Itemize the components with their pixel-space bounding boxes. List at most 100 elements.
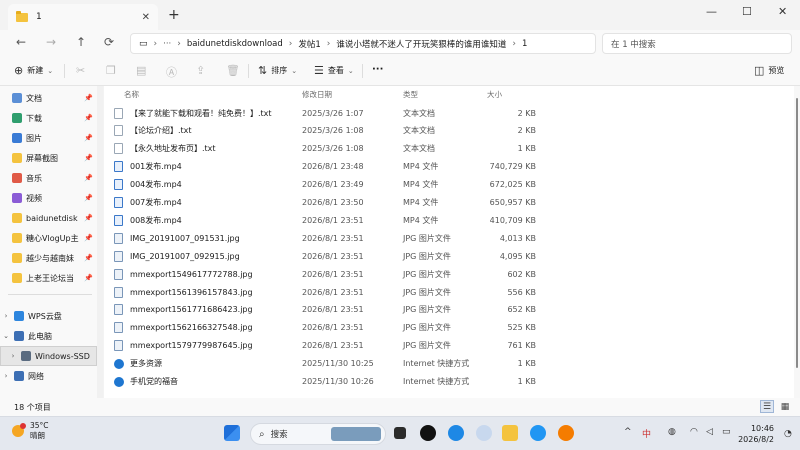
tray-app-icon[interactable]: ◍ bbox=[668, 427, 676, 437]
tiles-view-icon[interactable]: ▦ bbox=[778, 400, 792, 413]
file-row[interactable]: mmexport1579779987645.jpg 2026/8/1 23:51 J… bbox=[114, 337, 544, 355]
file-row[interactable]: 【论坛介绍】.txt 2025/3/26 1:08 文本文档 2 KB bbox=[114, 122, 544, 140]
app-icon[interactable] bbox=[476, 425, 492, 441]
new-button[interactable]: ⊕ 新建 ⌄ bbox=[14, 64, 53, 77]
paste-button[interactable]: ▤ bbox=[136, 64, 150, 77]
sidebar-item[interactable]: 上老王论坛当 📌 bbox=[0, 268, 97, 288]
tab-current[interactable]: 1 ✕ bbox=[8, 4, 158, 30]
browser-icon[interactable] bbox=[448, 425, 464, 441]
maximize-button[interactable]: ☐ bbox=[742, 5, 752, 18]
weather-widget[interactable]: 35°C 晴朗 bbox=[12, 421, 49, 441]
copy-button[interactable]: ❐ bbox=[106, 64, 120, 77]
cloud-app-icon[interactable] bbox=[530, 425, 546, 441]
file-row[interactable]: 手机党的福音 2025/11/30 10:26 Internet 快捷方式 1 KB bbox=[114, 373, 544, 391]
file-row[interactable]: mmexport1561771686423.jpg 2026/8/1 23:51 J… bbox=[114, 301, 544, 319]
share-button[interactable]: ⇪ bbox=[196, 64, 209, 77]
minimize-button[interactable]: — bbox=[706, 5, 717, 18]
sidebar-item[interactable]: 音乐 📌 bbox=[0, 168, 97, 188]
column-header-size[interactable]: 大小 bbox=[487, 89, 502, 100]
taskbar-search[interactable]: ⌕ 搜索 bbox=[250, 423, 386, 445]
chevron-down-icon: ⌄ bbox=[291, 66, 298, 75]
up-button[interactable]: ↑ bbox=[76, 35, 86, 49]
clock[interactable]: 10:46 2026/8/2 bbox=[738, 423, 774, 445]
navigation-scrollbar[interactable] bbox=[97, 86, 103, 398]
tree-item[interactable]: › Windows-SSD bbox=[0, 346, 97, 366]
battery-icon[interactable]: ▭ bbox=[722, 427, 731, 437]
file-row[interactable]: 001发布.mp4 2026/8/1 23:48 MP4 文件 740,729 KB bbox=[114, 158, 544, 176]
tree-item[interactable]: › WPS云盘 bbox=[0, 306, 97, 326]
chevron-icon[interactable]: › bbox=[0, 372, 12, 380]
file-row[interactable]: IMG_20191007_091531.jpg 2026/8/1 23:51 JPG… bbox=[114, 229, 544, 247]
column-header-type[interactable]: 类型 bbox=[403, 89, 418, 100]
tree-item-label: Windows-SSD bbox=[35, 351, 90, 361]
sidebar-item[interactable]: 下载 📌 bbox=[0, 108, 97, 128]
sidebar-item[interactable]: baidunetdisk 📌 bbox=[0, 208, 97, 228]
details-view-icon[interactable]: ☰ bbox=[760, 400, 774, 413]
file-list-scrollbar[interactable] bbox=[794, 86, 800, 398]
file-row[interactable]: mmexport1562166327548.jpg 2026/8/1 23:51 J… bbox=[114, 319, 544, 337]
preview-button[interactable]: ◫ 预览 bbox=[754, 64, 784, 77]
qq-icon[interactable] bbox=[420, 425, 436, 441]
chevron-right-icon: › bbox=[512, 38, 517, 49]
sidebar-item[interactable]: 屏幕截图 📌 bbox=[0, 148, 97, 168]
forward-button[interactable]: → bbox=[46, 35, 56, 49]
file-name: 【来了就能下载和观看！纯免费！】.txt bbox=[130, 108, 272, 118]
file-icon bbox=[114, 340, 123, 352]
file-type: Internet 快捷方式 bbox=[403, 377, 470, 386]
task-view-icon[interactable] bbox=[394, 427, 406, 439]
sidebar-item[interactable]: 文档 📌 bbox=[0, 88, 97, 108]
column-header-name[interactable]: 名称 bbox=[124, 89, 139, 100]
tree-item[interactable]: ⌄ 此电脑 bbox=[0, 326, 97, 346]
scrollbar-thumb[interactable] bbox=[796, 98, 798, 368]
file-row[interactable]: 004发布.mp4 2026/8/1 23:49 MP4 文件 672,025 KB bbox=[114, 176, 544, 194]
sidebar-item[interactable]: 越少与越南妹 📌 bbox=[0, 248, 97, 268]
back-button[interactable]: ← bbox=[16, 35, 26, 49]
sort-button[interactable]: ⇅ 排序 ⌄ bbox=[258, 64, 297, 77]
chevron-icon[interactable]: ⌄ bbox=[0, 332, 12, 340]
file-row[interactable]: 【永久地址发布页】.txt 2025/3/26 1:08 文本文档 1 KB bbox=[114, 140, 544, 158]
column-header-date[interactable]: 修改日期 bbox=[302, 89, 332, 100]
close-window-button[interactable]: ✕ bbox=[778, 5, 787, 18]
start-icon[interactable] bbox=[224, 425, 240, 441]
chevron-up-icon[interactable]: ^ bbox=[624, 427, 632, 437]
delete-button[interactable]: 🗑 bbox=[226, 64, 244, 77]
file-row[interactable]: mmexport1549617772788.jpg 2026/8/1 23:51 J… bbox=[114, 265, 544, 283]
ime-icon[interactable]: 中 bbox=[642, 427, 651, 440]
file-row[interactable]: 008发布.mp4 2026/8/1 23:51 MP4 文件 410,709 KB bbox=[114, 211, 544, 229]
more-button[interactable]: ··· bbox=[372, 64, 383, 75]
chevron-icon[interactable]: › bbox=[7, 352, 19, 360]
pin-icon: 📌 bbox=[84, 134, 93, 142]
sidebar-item[interactable]: 糖心VlogUp主 📌 bbox=[0, 228, 97, 248]
tree-item[interactable]: › 网络 bbox=[0, 366, 97, 386]
file-row[interactable]: 更多资源 2025/11/30 10:25 Internet 快捷方式 1 KB bbox=[114, 355, 544, 373]
sidebar-item[interactable]: 图片 📌 bbox=[0, 128, 97, 148]
breadcrumb-segment[interactable]: 谁说小塔就不迷人了开玩笑狠棒的谁用谁知道 bbox=[336, 38, 506, 50]
sidebar-item[interactable]: 视频 📌 bbox=[0, 188, 97, 208]
chevron-icon[interactable]: › bbox=[0, 312, 12, 320]
audio-app-icon[interactable] bbox=[558, 425, 574, 441]
wifi-icon[interactable]: ◠ bbox=[690, 427, 698, 437]
view-button[interactable]: ☰ 查看 ⌄ bbox=[314, 64, 354, 77]
breadcrumb-segment[interactable]: 1 bbox=[522, 39, 527, 49]
search-input[interactable]: 在 1 中搜索 bbox=[602, 33, 792, 54]
close-tab-button[interactable]: ✕ bbox=[142, 12, 150, 23]
breadcrumb-segment[interactable]: 发帖1 bbox=[298, 38, 320, 50]
refresh-button[interactable]: ⟳ bbox=[104, 35, 114, 49]
breadcrumb[interactable]: ▭ › ··· › baidunetdiskdownload › 发帖1 › 谁… bbox=[130, 33, 596, 54]
breadcrumb-segment[interactable]: baidunetdiskdownload bbox=[187, 39, 283, 49]
cut-button[interactable]: ✂ bbox=[76, 64, 89, 77]
rename-icon: Ⓐ bbox=[166, 66, 177, 79]
file-row[interactable]: 007发布.mp4 2026/8/1 23:50 MP4 文件 650,957 KB bbox=[114, 194, 544, 212]
file-date: 2026/8/1 23:51 bbox=[302, 269, 364, 279]
new-tab-button[interactable]: + bbox=[168, 7, 180, 23]
file-row[interactable]: mmexport1561396157843.jpg 2026/8/1 23:51 J… bbox=[114, 283, 544, 301]
file-explorer-icon[interactable] bbox=[502, 425, 518, 441]
rename-button[interactable]: Ⓐ bbox=[166, 64, 181, 80]
weather-desc: 晴朗 bbox=[30, 431, 45, 440]
ellipsis-icon[interactable]: ··· bbox=[163, 39, 171, 49]
notification-icon[interactable]: ◔ bbox=[784, 429, 792, 439]
volume-icon[interactable]: ◁ bbox=[706, 427, 713, 437]
folder-icon bbox=[12, 173, 22, 183]
file-row[interactable]: IMG_20191007_092915.jpg 2026/8/1 23:51 JPG… bbox=[114, 247, 544, 265]
file-row[interactable]: 【来了就能下载和观看！纯免费！】.txt 2025/3/26 1:07 文本文档 2 … bbox=[114, 104, 544, 122]
